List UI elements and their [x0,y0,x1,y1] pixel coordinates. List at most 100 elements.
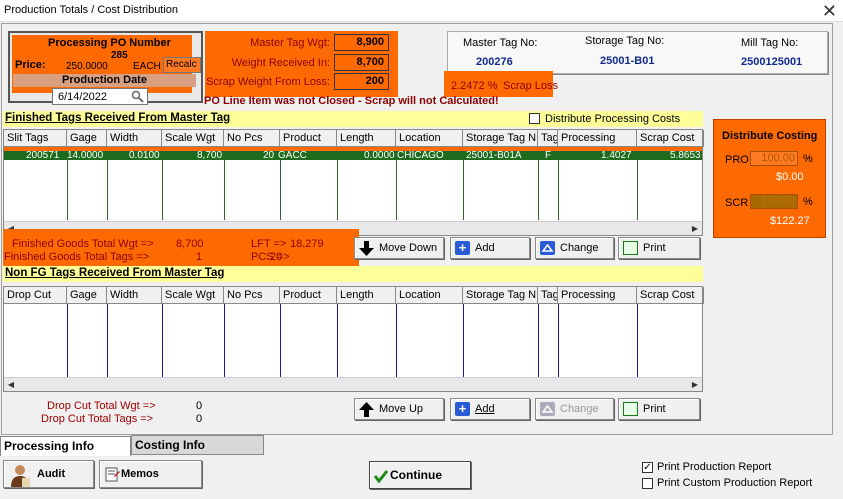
nonfg-section-bar: Non FG Tags Received From Master Tag [3,266,703,282]
price-label: Price: [15,59,46,71]
nonfg-grid[interactable]: Drop Cut Gage Width Scale Wgt No Pcs Pro… [3,286,704,392]
print-production-report-checkbox[interactable]: ✓ [642,462,653,473]
window-title: Production Totals / Cost Distribution [4,4,179,16]
master-tag-wgt-label: Master Tag Wgt: [250,37,330,49]
col-header[interactable]: Scrap Cost [637,287,704,304]
print-icon [623,241,638,255]
add-label-2: Add [475,403,495,415]
finished-grid-header: Slit Tags Gage Width Scale Wgt No Pcs Pr… [4,130,704,147]
change-button[interactable]: Change [535,237,614,259]
col-header[interactable]: Scale Wgt [162,130,224,147]
audit-label: Audit [37,468,66,480]
col-header[interactable]: Location [396,130,463,147]
col-header[interactable]: No Pcs [224,130,280,147]
move-down-button[interactable]: Move Down [354,237,444,259]
tab-processing-info[interactable]: Processing Info [0,436,131,456]
lft-value: 18,279 [290,238,324,250]
scr-percent-field[interactable]: 100.00 [750,194,798,209]
col-header[interactable]: Scale Wgt [162,287,224,304]
cell-slit-tag: 200571 [26,150,60,161]
nonfg-hscrollbar[interactable]: ◀ ▶ [4,377,702,391]
col-header[interactable]: Storage Tag N [463,130,538,147]
master-tag-label: Master Tag No: [463,37,538,49]
nonfg-grid-header: Drop Cut Gage Width Scale Wgt No Pcs Pro… [4,287,704,304]
pro-label: PRO [725,154,749,166]
nonfg-section-title: Non FG Tags Received From Master Tag [5,267,225,279]
continue-button[interactable]: Continue [369,461,471,489]
col-header[interactable]: Slit Tags [4,130,67,147]
master-tag-wgt-field[interactable]: 8,900 [334,34,389,51]
col-header[interactable]: Length [337,130,396,147]
add-button[interactable]: + Add [450,237,530,259]
cell-tag: F [545,150,552,161]
col-header[interactable]: Tag [538,130,558,147]
fg-total-wgt-label: Finished Goods Total Wgt => [12,238,154,250]
print-label-2: Print [643,403,666,415]
close-icon[interactable]: ✕ [822,0,837,22]
production-date-field[interactable]: 6/14/2022 [52,88,148,105]
mill-tag-value: 2500125001 [741,56,803,68]
scrap-weight-field[interactable]: 200 [334,73,389,90]
scrap-weight-label: Scrap Weight From Loss: [206,76,330,88]
calendar-search-icon[interactable] [131,90,145,103]
finished-section-bar: Finished Tags Received From Master Tag D… [3,111,703,127]
print-custom-report-label: Print Custom Production Report [657,477,813,489]
print-button[interactable]: Print [618,237,700,259]
plus-icon: + [455,402,470,416]
tab-costing-info[interactable]: Costing Info [131,435,264,455]
col-header[interactable]: Gage [67,287,107,304]
title-bar: Production Totals / Cost Distribution ✕ [0,0,843,22]
col-header[interactable]: Location [396,287,463,304]
weight-received-label: Weight Received In: [231,57,330,69]
col-header[interactable]: Product [280,287,337,304]
col-header[interactable]: Processing [558,287,637,304]
col-header[interactable]: Storage Tag N [463,287,538,304]
col-header[interactable]: Length [337,287,396,304]
audit-button[interactable]: Audit [3,460,94,488]
finished-grid[interactable]: Slit Tags Gage Width Scale Wgt No Pcs Pr… [3,129,704,236]
add-button-2[interactable]: + Add [450,398,530,420]
col-header[interactable]: Drop Cut [4,287,67,304]
cell-storage-tag: 25001-B01A [466,150,522,161]
cell-scrap-cost: 5.8653 [670,150,701,161]
fg-total-tags-label: Finished Goods Total Tags => [4,251,150,263]
col-header[interactable]: Product [280,130,337,147]
scroll-right-icon[interactable]: ▶ [688,378,702,392]
memo-icon [105,466,120,482]
col-header[interactable]: Width [107,287,162,304]
scroll-left-icon[interactable]: ◀ [4,378,18,392]
change-button-2[interactable]: Change [535,398,614,420]
price-unit: EACH [133,61,161,72]
col-header[interactable]: No Pcs [224,287,280,304]
memos-button[interactable]: Memos [99,460,202,488]
lft-label: LFT => [251,238,287,250]
print-custom-report-checkbox[interactable] [642,478,653,489]
master-tag-value: 200276 [476,56,513,68]
change-icon [540,402,555,416]
scr-amount: $122.27 [770,215,810,227]
pro-percent-field[interactable]: 100.00 [750,151,798,166]
recalc-button[interactable]: Recalc [163,57,201,73]
cell-scale-wgt: 8,700 [197,150,223,161]
distribute-costs-checkbox[interactable] [529,113,540,124]
print-button-2[interactable]: Print [618,398,700,420]
storage-tag-value: 25001-B01 [600,55,655,67]
fg-total-wgt: 8,700 [176,238,204,250]
scrap-loss-label: Scrap Loss [503,80,559,92]
fg-total-tags: 1 [196,251,203,263]
col-header[interactable]: Gage [67,130,107,147]
weight-received-field[interactable]: 8,700 [334,54,389,71]
plus-icon: + [455,241,470,255]
col-header[interactable]: Processing [558,130,637,147]
col-header[interactable]: Width [107,130,162,147]
move-up-label: Move Up [379,403,424,415]
cell-location: CHICAGO [397,150,444,161]
scroll-right-icon[interactable]: ▶ [688,222,702,236]
col-header[interactable]: Tag [538,287,558,304]
col-header[interactable]: Scrap Cost [637,130,704,147]
price-value: 250.0000 [66,61,108,72]
dropcut-total-wgt: 0 [196,400,203,412]
print-label: Print [643,242,666,254]
move-down-label: Move Down [379,242,438,254]
move-up-button[interactable]: Move Up [354,398,444,420]
